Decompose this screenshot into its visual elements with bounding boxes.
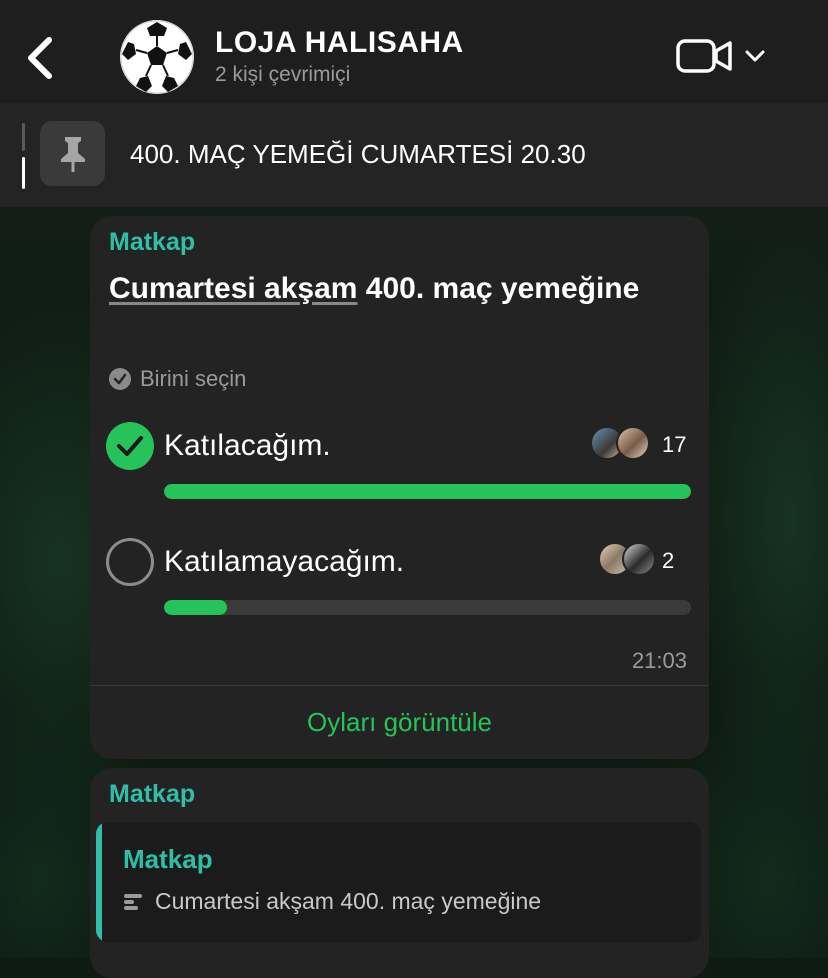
soccer-ball-icon [120,20,194,94]
chat-title[interactable]: LOJA HALISAHA [215,26,464,60]
option-progress-fill [164,484,691,499]
option-progress-track [164,600,691,615]
video-call-button[interactable] [676,36,768,76]
message-timestamp: 21:03 [631,648,687,673]
check-circle-icon [109,368,131,390]
message-sender[interactable]: Matkap [109,228,195,257]
quote-accent-bar [96,822,102,942]
reply-message-bubble[interactable]: Matkap Matkap Cumartesi akşam 400. maç y… [90,768,709,978]
message-sender[interactable]: Matkap [109,780,195,809]
poll-question: Cumartesi akşam 400. maç yemeğine [109,271,669,307]
option-vote-count: 17 [662,432,687,457]
poll-option-not-attend[interactable]: Katılamayacağım. 2 [106,538,691,628]
poll-question-link[interactable]: Cumartesi akşam [109,272,357,305]
checkmark-icon [117,436,143,456]
chevron-left-icon [28,37,52,79]
option-radio-checked[interactable] [106,422,154,470]
quoted-sender: Matkap [123,844,213,874]
pinned-position-indicator [22,123,25,189]
option-progress-track [164,484,691,499]
group-avatar[interactable] [120,20,194,94]
voter-avatars[interactable] [590,542,656,578]
quoted-text: Cumartesi akşam 400. maç yemeğine [155,888,542,914]
pin-button[interactable] [40,121,105,186]
option-radio-empty[interactable] [106,538,154,586]
view-votes-button[interactable]: Oyları görüntüle [90,686,709,759]
poll-option-attend[interactable]: Katılacağım. 17 [106,422,691,512]
voter-avatar [616,426,650,460]
back-button[interactable] [18,32,62,84]
quoted-content: Cumartesi akşam 400. maç yemeğine [123,888,541,915]
poll-message-bubble[interactable]: Matkap Cumartesi akşam 400. maç yemeğine… [90,216,709,759]
chevron-down-icon [745,50,765,62]
option-label: Katılamayacağım. [164,545,405,578]
quoted-message[interactable]: Matkap Cumartesi akşam 400. maç yemeğine [96,822,701,942]
poll-hint: Birini seçin [109,366,246,392]
voter-avatars[interactable] [590,426,650,462]
pinned-message-bar[interactable]: 400. MAÇ YEMEĞİ CUMARTESİ 20.30 [0,103,828,207]
chat-header: LOJA HALISAHA 2 kişi çevrimiçi [0,0,828,103]
poll-icon [124,893,142,910]
option-label: Katılacağım. [164,429,331,462]
option-progress-fill [164,600,228,615]
poll-hint-text: Birini seçin [140,366,247,391]
voter-avatar [622,542,656,576]
poll-question-rest: 400. maç yemeğine [357,272,640,305]
pin-icon [60,136,85,172]
option-vote-count: 2 [662,548,675,573]
online-status: 2 kişi çevrimiçi [215,63,351,86]
video-camera-icon [676,39,732,73]
pinned-message-text: 400. MAÇ YEMEĞİ CUMARTESİ 20.30 [130,139,586,169]
